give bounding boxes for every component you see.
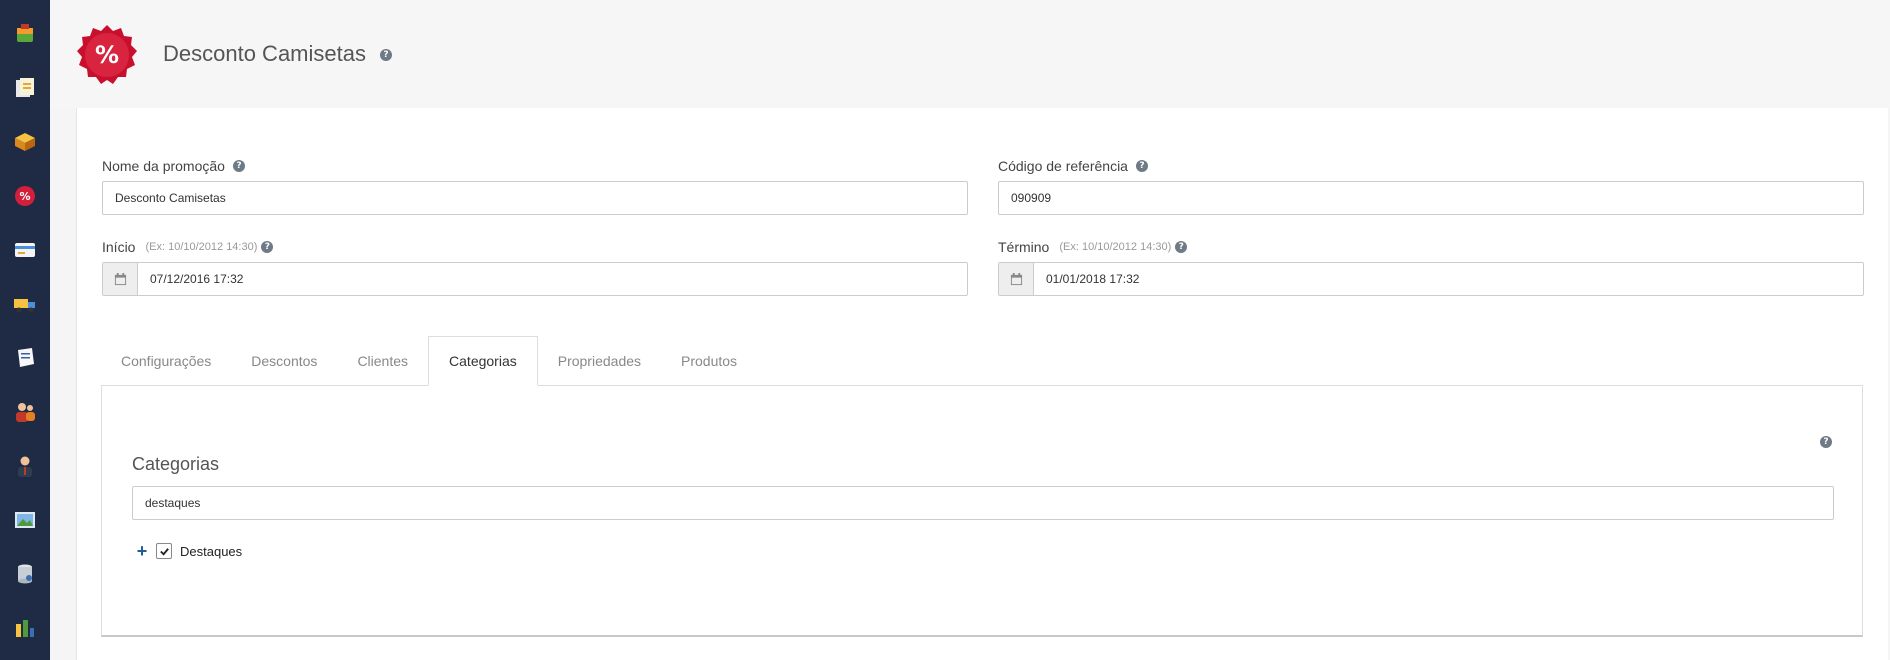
tab-descontos[interactable]: Descontos [231,336,337,386]
sidebar-item-package[interactable] [11,20,39,48]
sidebar-item-products[interactable] [11,128,39,156]
sidebar-item-customers[interactable] [11,398,39,426]
nome-help-icon[interactable]: ? [232,160,245,172]
tree-item-label: Destaques [180,543,243,559]
nome-field-label: Nome da promoção ? [102,158,245,174]
sidebar-item-payments[interactable] [11,236,39,264]
tab-bar: Configurações Descontos Clientes Categor… [101,336,757,386]
badge-symbol: % [95,41,119,69]
codigo-field-label: Código de referência ? [998,158,1148,174]
termino-input[interactable]: 01/01/2018 17:32 [1034,263,1863,295]
sidebar-item-media[interactable] [11,506,39,534]
image-icon [15,512,35,528]
codigo-help-icon[interactable]: ? [1135,160,1148,172]
tab-produtos[interactable]: Produtos [661,336,757,386]
report-icon [16,620,34,637]
termino-field-label: Término (Ex: 10/10/2012 14:30) ? [998,239,1188,255]
user-icon [18,456,32,477]
truck-icon [14,299,35,313]
sidebar-item-documents[interactable] [11,74,39,102]
sidebar-item-database[interactable] [11,560,39,588]
inicio-date-field[interactable]: 07/12/2016 17:32 [102,262,968,296]
credit-card-icon [15,243,35,257]
codigo-label-text: Código de referência [998,158,1128,174]
nome-input[interactable]: Desconto Camisetas [102,181,968,215]
sidebar-item-user[interactable] [11,452,39,480]
sidebar-item-orders[interactable] [11,344,39,372]
left-sidebar: % [0,0,50,660]
tab-clientes[interactable]: Clientes [337,336,428,386]
boxes-icon [15,133,35,151]
sidebar-item-reports[interactable] [11,614,39,642]
users-icon [16,403,35,422]
checkmark-icon [159,547,169,556]
tab-propriedades[interactable]: Propriedades [538,336,661,386]
calendar-icon[interactable] [103,263,138,295]
note-icon [18,348,34,367]
promotion-icon: % [15,186,35,206]
categorias-help-icon[interactable]: ? [1820,436,1832,448]
termino-date-field[interactable]: 01/01/2018 17:32 [998,262,1864,296]
inicio-hint: (Ex: 10/10/2012 14:30) [145,241,258,253]
inicio-label-text: Início [102,239,136,255]
database-icon [18,564,32,584]
codigo-input[interactable]: 090909 [998,181,1864,215]
termino-hint: (Ex: 10/10/2012 14:30) [1059,241,1172,253]
page-header: % Desconto Camisetas ? [50,0,1890,108]
sidebar-item-promotions[interactable]: % [11,182,39,210]
tab-configuracoes[interactable]: Configurações [101,336,231,386]
calendar-icon[interactable] [999,263,1034,295]
categorias-filter-input[interactable]: destaques [132,486,1834,520]
document-icon [16,78,34,97]
promotion-badge-icon: % [76,24,138,86]
sidebar-item-shipping[interactable] [11,290,39,318]
destaques-checkbox[interactable] [156,543,172,559]
tree-item: + Destaques [136,542,242,560]
termino-label-text: Término [998,239,1050,255]
package-icon [17,24,33,42]
page-title: Desconto Camisetas [163,41,366,66]
categorias-tab-panel: ? Categorias destaques + Destaques [101,385,1863,637]
inicio-field-label: Início (Ex: 10/10/2012 14:30) ? [102,239,274,255]
inicio-input[interactable]: 07/12/2016 17:32 [138,263,967,295]
categorias-section-title: Categorias [132,454,220,474]
tab-categorias[interactable]: Categorias [428,336,538,386]
help-icon[interactable]: ? [380,49,392,61]
termino-help-icon[interactable]: ? [1175,241,1188,253]
inicio-help-icon[interactable]: ? [261,241,274,253]
svg-text:%: % [19,190,30,203]
nome-label-text: Nome da promoção [102,158,225,174]
expand-plus-icon[interactable]: + [136,542,148,560]
